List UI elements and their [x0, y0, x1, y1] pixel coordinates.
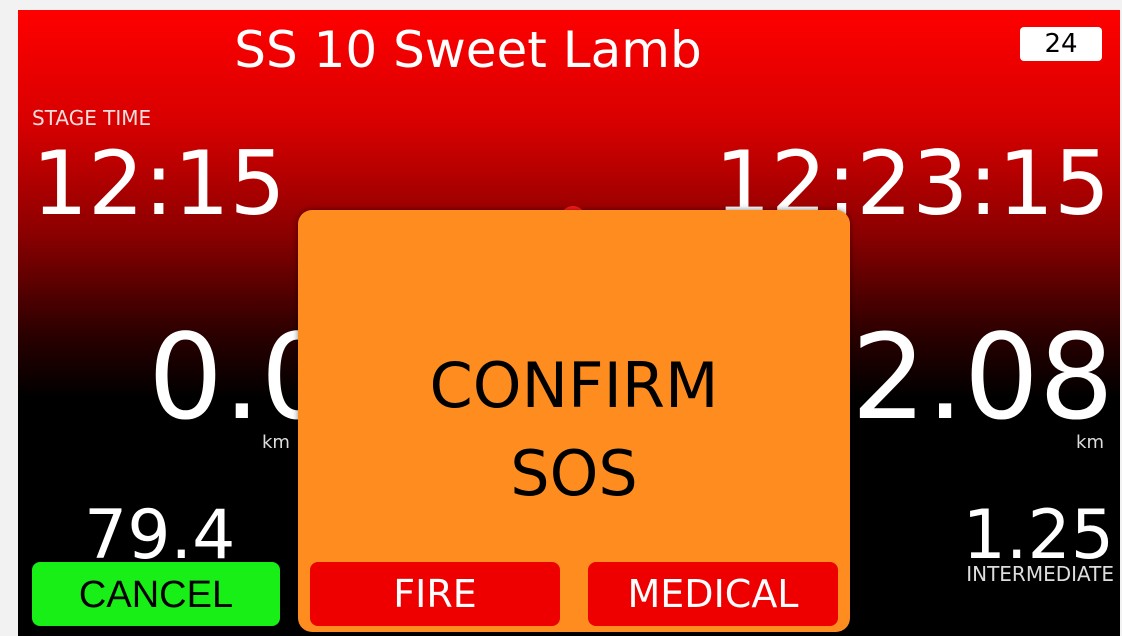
distance-right-value: 2.08: [851, 308, 1114, 446]
stage-title: SS 10 Sweet Lamb: [234, 21, 702, 79]
medical-button[interactable]: MEDICAL: [588, 562, 838, 626]
confirm-sos-dialog: CONFIRM SOS FIRE MEDICAL: [298, 210, 850, 632]
confirm-sos-message: CONFIRM SOS: [298, 342, 850, 518]
stage-time-label: STAGE TIME: [32, 106, 152, 130]
stage-time-value: 12:15: [32, 132, 286, 235]
sos-line: SOS: [510, 437, 638, 510]
intermediate-label: INTERMEDIATE: [966, 562, 1114, 586]
stage-number-badge: 24: [1020, 27, 1102, 61]
distance-left-unit: km: [262, 432, 290, 453]
cancel-button[interactable]: CANCEL: [32, 562, 280, 626]
fire-button[interactable]: FIRE: [310, 562, 560, 626]
rally-display-screen: SS 10 Sweet Lamb 24 STAGE TIME 12:15 12:…: [18, 10, 1120, 636]
confirm-line: CONFIRM: [429, 349, 719, 422]
distance-right-unit: km: [1076, 432, 1104, 453]
